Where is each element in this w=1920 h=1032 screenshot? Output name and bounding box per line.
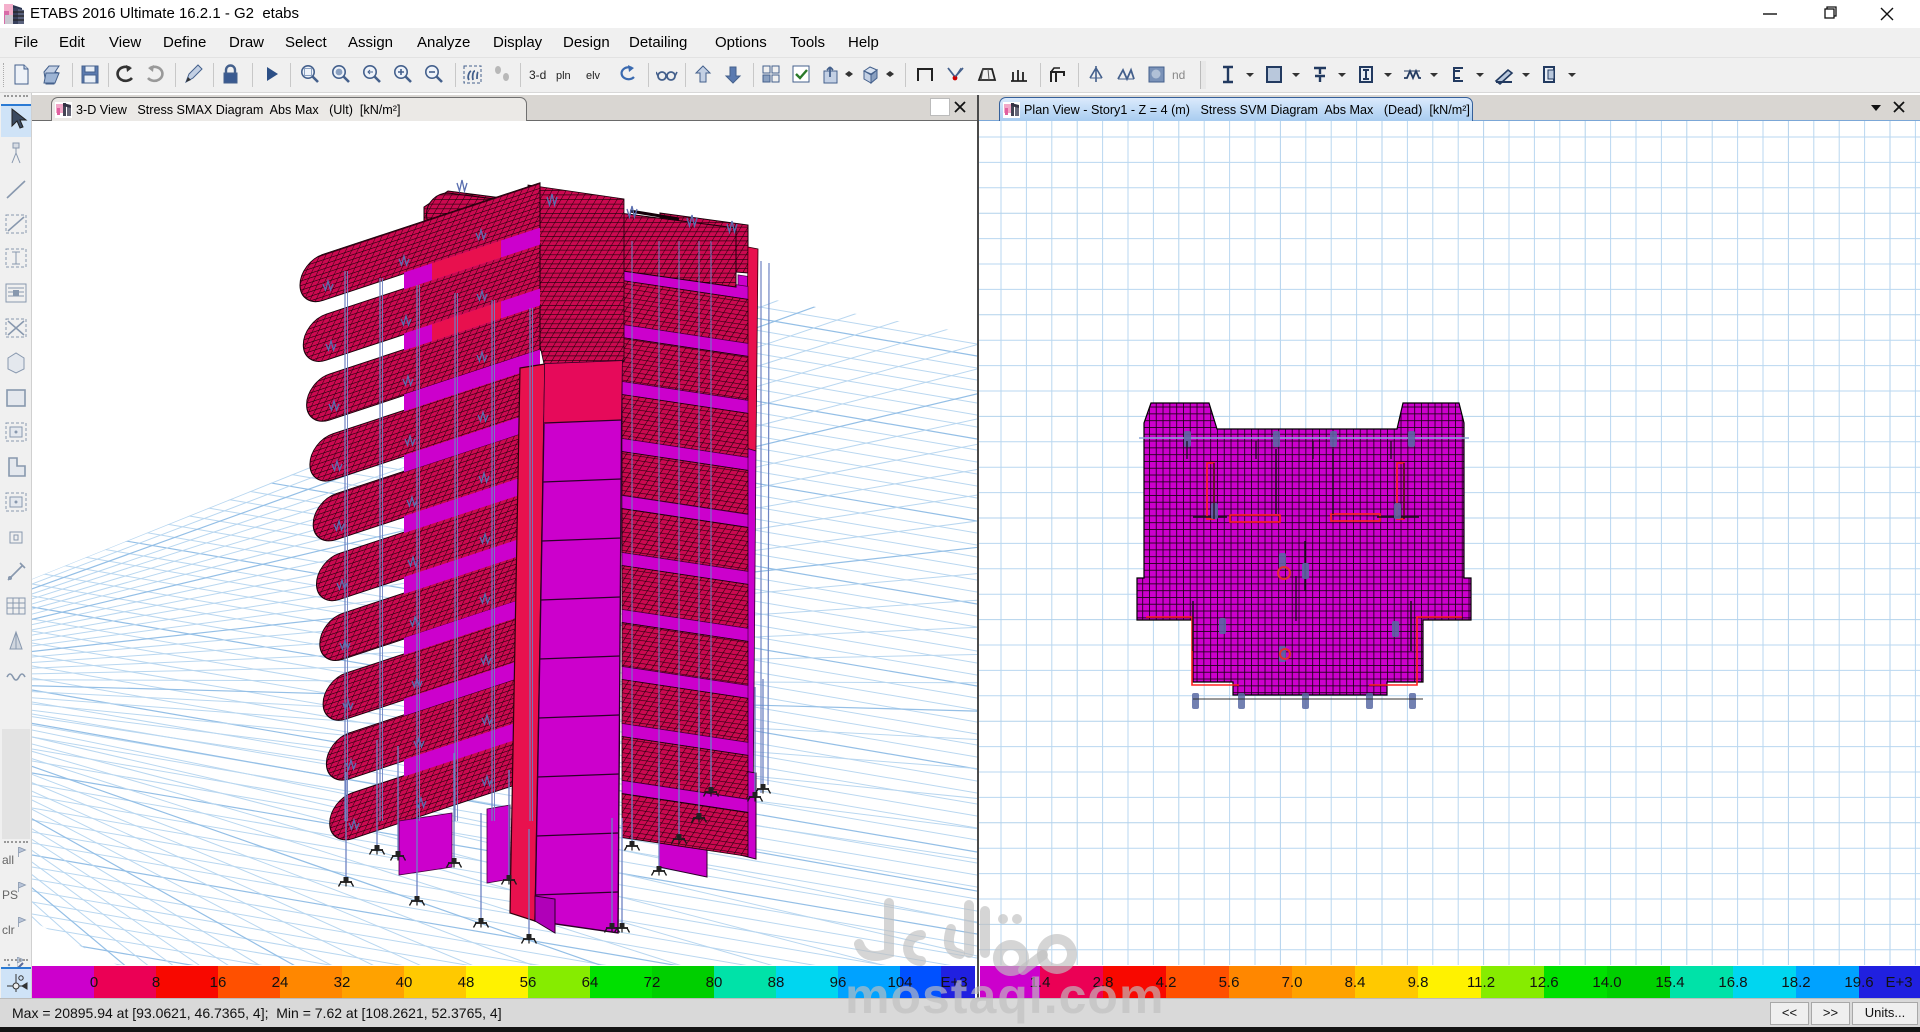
svg-text:nd: nd [1172,68,1185,82]
svg-text:3-d: 3-d [529,68,546,82]
svg-text:elv: elv [586,70,601,82]
svg-text:mostaql.com: mostaql.com [845,968,1164,1024]
svg-text:pln: pln [556,70,571,82]
